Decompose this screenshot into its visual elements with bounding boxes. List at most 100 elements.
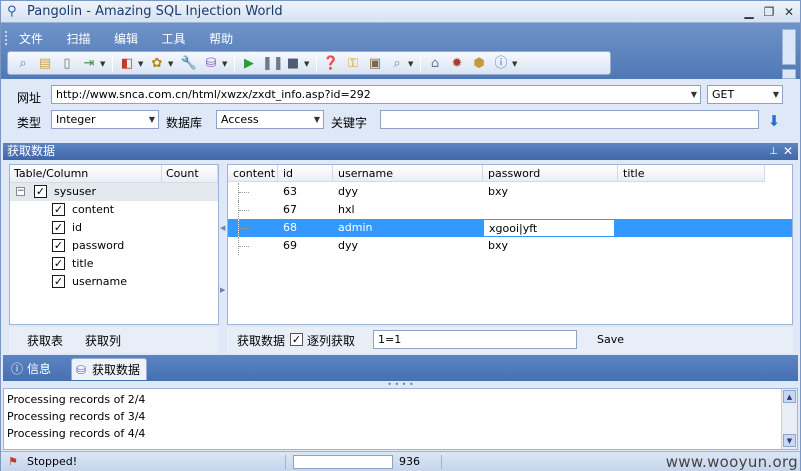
checkbox-username[interactable]: ✓ xyxy=(52,275,65,288)
method-select[interactable]: GET ▼ xyxy=(707,85,783,104)
pause-icon[interactable]: ❚❚ xyxy=(262,55,284,73)
collapse-icon[interactable]: − xyxy=(16,187,25,196)
magnifier-icon[interactable]: ⌕ xyxy=(388,55,406,73)
database-select[interactable]: Access ▼ xyxy=(216,110,324,129)
fetch-data-button[interactable]: 获取数据 xyxy=(237,332,285,349)
col-header-count[interactable]: Count xyxy=(162,165,218,183)
menu-scan[interactable]: 扫描 xyxy=(63,29,95,48)
checkbox-password[interactable]: ✓ xyxy=(52,239,65,252)
horizontal-splitter[interactable]: • • • • xyxy=(3,381,798,389)
cell-title[interactable] xyxy=(618,183,623,201)
cell-password[interactable] xyxy=(483,201,488,219)
stop-icon[interactable]: ■ xyxy=(284,55,302,73)
document-icon[interactable]: ▯ xyxy=(58,55,76,73)
menu-file[interactable]: 文件 xyxy=(15,29,47,48)
tree-label-username[interactable]: username xyxy=(72,273,127,291)
arrow-down-icon[interactable]: ⬇ xyxy=(767,113,781,129)
checkbox-id[interactable]: ✓ xyxy=(52,221,65,234)
chevron-down-icon[interactable]: ▼ xyxy=(314,111,320,128)
cell-id[interactable]: 69 xyxy=(278,237,297,255)
restore-button[interactable]: ❐ xyxy=(761,4,777,20)
keyword-input[interactable] xyxy=(380,110,759,129)
chevron-down-icon[interactable]: ▼ xyxy=(773,86,779,103)
collapse-right-icon[interactable]: ▶ xyxy=(220,286,226,294)
wrench-icon[interactable]: 🔧 xyxy=(180,55,198,73)
chevron-down-icon[interactable]: ▼ xyxy=(691,86,697,103)
grid-header-password[interactable]: password xyxy=(483,165,618,182)
chevron-down-icon[interactable]: ▼ xyxy=(512,55,520,73)
tree-label-id[interactable]: id xyxy=(72,219,82,237)
cell-password[interactable]: bxy xyxy=(483,237,508,255)
chevron-down-icon[interactable]: ▼ xyxy=(408,55,416,73)
close-button[interactable]: ✕ xyxy=(781,4,797,20)
side-dock-tab[interactable] xyxy=(782,29,796,65)
cell-username[interactable]: admin xyxy=(333,219,372,237)
tag-icon[interactable]: ◧ xyxy=(118,55,136,73)
scroll-down-icon[interactable]: ▼ xyxy=(783,434,796,447)
tree-label-content[interactable]: content xyxy=(72,201,114,219)
chevron-down-icon[interactable]: ▼ xyxy=(168,55,176,73)
panel-close-icon[interactable]: ✕ xyxy=(783,143,793,160)
menu-edit[interactable]: 编辑 xyxy=(110,29,142,48)
search-icon[interactable]: ⌕ xyxy=(14,55,32,73)
grid-header-title[interactable]: title xyxy=(618,165,765,182)
table-row[interactable]: 67 hxl xyxy=(228,201,792,219)
bug-icon[interactable]: ✹ xyxy=(448,55,466,73)
get-tables-button[interactable]: 获取表 xyxy=(27,332,63,349)
notes-icon[interactable]: ▤ xyxy=(36,55,54,73)
info-icon[interactable]: ⓘ xyxy=(492,55,510,73)
tree-label-password[interactable]: password xyxy=(72,237,124,255)
database-icon[interactable]: ⛁ xyxy=(202,55,220,73)
cell-id[interactable]: 63 xyxy=(278,183,297,201)
cell-title[interactable] xyxy=(618,201,623,219)
chevron-down-icon[interactable]: ▼ xyxy=(149,111,155,128)
cell-username[interactable]: dyy xyxy=(333,237,358,255)
url-input[interactable]: http://www.snca.com.cn/html/xwzx/zxdt_in… xyxy=(51,85,701,104)
cell-title[interactable] xyxy=(618,237,623,255)
table-row[interactable]: 63 dyy bxy xyxy=(228,183,792,201)
palette-icon[interactable]: ✿ xyxy=(148,55,166,73)
menu-help[interactable]: 帮助 xyxy=(205,29,237,48)
vertical-splitter[interactable]: ◀ ▶ xyxy=(219,164,227,325)
side-dock-tab-lower[interactable] xyxy=(782,69,796,79)
cell-title[interactable] xyxy=(618,219,623,237)
help-icon[interactable]: ❓ xyxy=(322,55,340,73)
collapse-left-icon[interactable]: ◀ xyxy=(220,224,226,232)
chevron-down-icon[interactable]: ▼ xyxy=(100,55,108,73)
tree-label-sysuser[interactable]: sysuser xyxy=(54,183,96,201)
cell-password-editor[interactable]: xgooi|yft xyxy=(483,219,615,237)
scroll-up-icon[interactable]: ▲ xyxy=(783,390,796,403)
one-by-one-checkbox[interactable]: ✓ xyxy=(290,333,303,346)
checkbox-sysuser[interactable]: ✓ xyxy=(34,185,47,198)
chevron-down-icon[interactable]: ▼ xyxy=(138,55,146,73)
type-select[interactable]: Integer ▼ xyxy=(51,110,159,129)
menu-tools[interactable]: 工具 xyxy=(158,29,190,48)
cell-id[interactable]: 67 xyxy=(278,201,297,219)
condition-input[interactable]: 1=1 xyxy=(373,330,577,349)
cell-id[interactable]: 68 xyxy=(278,219,297,237)
log-scrollbar[interactable]: ▲ ▼ xyxy=(781,389,797,449)
get-columns-button[interactable]: 获取列 xyxy=(85,332,121,349)
checkbox-content[interactable]: ✓ xyxy=(52,203,65,216)
table-row[interactable]: 69 dyy bxy xyxy=(228,237,792,255)
grid-header-id[interactable]: id xyxy=(278,165,333,182)
key-icon[interactable]: ⚿ xyxy=(344,55,362,73)
cell-username[interactable]: hxl xyxy=(333,201,355,219)
pin-icon[interactable]: ⊥ xyxy=(769,143,778,160)
export-icon[interactable]: ⇥ xyxy=(80,55,98,73)
col-header-table[interactable]: Table/Column xyxy=(10,165,162,183)
chevron-down-icon[interactable]: ▼ xyxy=(304,55,312,73)
home-icon[interactable]: ⌂ xyxy=(426,55,444,73)
box-icon[interactable]: ⬢ xyxy=(470,55,488,73)
minimize-button[interactable]: ▁ xyxy=(741,4,757,20)
save-button[interactable]: Save xyxy=(597,333,624,346)
grid-header-username[interactable]: username xyxy=(333,165,483,182)
id-card-icon[interactable]: ▣ xyxy=(366,55,384,73)
chevron-down-icon[interactable]: ▼ xyxy=(222,55,230,73)
cell-username[interactable]: dyy xyxy=(333,183,358,201)
cell-password[interactable]: bxy xyxy=(483,183,508,201)
checkbox-title[interactable]: ✓ xyxy=(52,257,65,270)
grid-header-content[interactable]: content xyxy=(228,165,278,182)
tree-label-title[interactable]: title xyxy=(72,255,94,273)
play-icon[interactable]: ▶ xyxy=(240,55,258,73)
